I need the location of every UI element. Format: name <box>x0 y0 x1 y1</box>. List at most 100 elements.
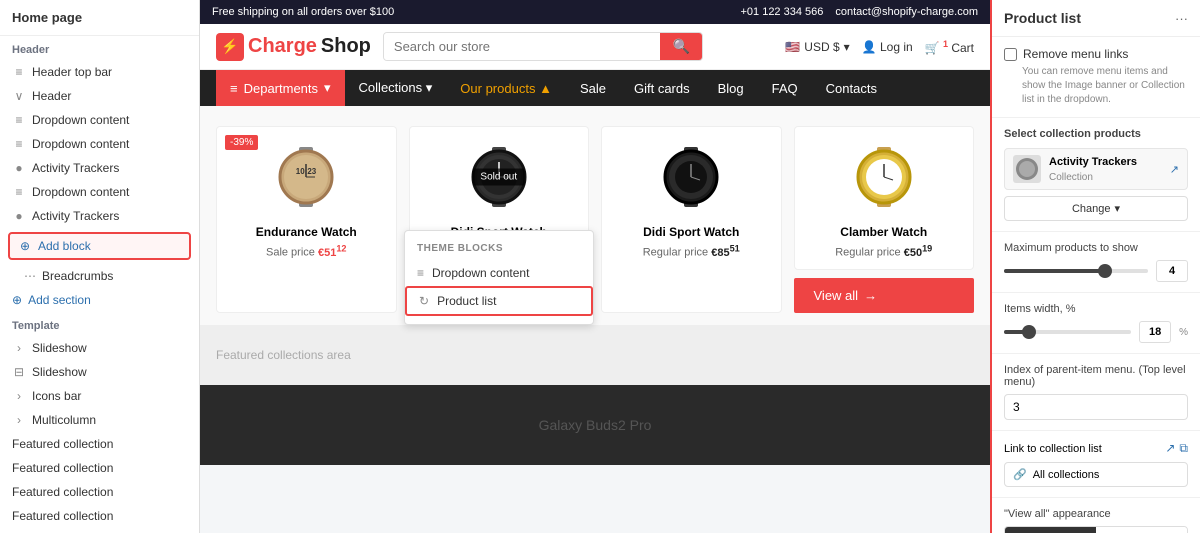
sidebar-item-featured-4[interactable]: Featured collection <box>0 504 199 528</box>
cart-link[interactable]: 🛒 1 Cart <box>925 39 974 55</box>
view-all-button-option[interactable]: Button <box>1005 527 1096 533</box>
email: contact@shopify-charge.com <box>835 6 978 18</box>
breadcrumbs-item[interactable]: ⋯ Breadcrumbs <box>0 264 199 288</box>
link-small-icon: 🔗 <box>1013 468 1027 481</box>
sold-out-badge: Sold out <box>472 169 525 186</box>
watch-svg-3 <box>656 142 726 212</box>
remove-menu-links-checkbox[interactable] <box>1004 48 1017 61</box>
sidebar-item-slideshow-1[interactable]: › Slideshow <box>0 336 199 360</box>
remove-menu-links-section: Remove menu links You can remove menu it… <box>992 37 1200 118</box>
copy-link-icon[interactable]: ⧉ <box>1179 441 1188 456</box>
cart-count: 1 <box>943 39 948 49</box>
sidebar-item-collection-list[interactable]: Collection list <box>0 528 199 533</box>
add-section-button[interactable]: ⊕ Add section <box>0 288 199 312</box>
sidebar-item-dropdown-1[interactable]: ≡ Dropdown content <box>0 108 199 132</box>
logo-shop: Shop <box>321 35 371 58</box>
nav-contacts[interactable]: Contacts <box>812 71 891 106</box>
price-value-3: €8551 <box>711 247 740 259</box>
items-width-value: 18 <box>1139 321 1171 343</box>
cart-icon: 🛒 <box>925 41 940 55</box>
change-button[interactable]: Change ▾ <box>1004 196 1188 221</box>
view-all-text-option[interactable]: Text link <box>1096 527 1187 533</box>
nav-collections-label: Collections <box>359 80 423 95</box>
sidebar-item-featured-2[interactable]: Featured collection <box>0 456 199 480</box>
view-all-appearance-section: "View all" appearance Button Text link <box>992 498 1200 533</box>
person-icon: 👤 <box>862 40 877 54</box>
remove-menu-links-label[interactable]: Remove menu links <box>1004 47 1188 61</box>
items-width-track[interactable] <box>1004 330 1131 334</box>
nav-gift-cards[interactable]: Gift cards <box>620 71 704 106</box>
change-chevron: ▾ <box>1115 202 1121 215</box>
theme-block-dropdown-label: Dropdown content <box>432 266 529 280</box>
view-all-label: View all <box>814 288 859 303</box>
max-products-value: 4 <box>1156 260 1188 282</box>
sidebar-item-dropdown-2[interactable]: ≡ Dropdown content <box>0 132 199 156</box>
sidebar-item-multicolumn[interactable]: › Multicolumn <box>0 408 199 432</box>
product-price-3: Regular price €8551 <box>612 243 771 259</box>
collection-type: Collection <box>1049 172 1162 183</box>
price-label-1: Sale price <box>266 247 315 259</box>
collection-thumb <box>1013 155 1041 183</box>
sidebar-item-icons-bar[interactable]: › Icons bar <box>0 384 199 408</box>
search-input[interactable] <box>384 33 661 60</box>
announcement-text: Free shipping on all orders over $100 <box>212 6 394 18</box>
banner-placeholder: Galaxy Buds2 Pro <box>539 417 652 433</box>
max-products-track[interactable] <box>1004 269 1148 273</box>
nav-collections[interactable]: Collections ▾ <box>345 70 447 106</box>
nav-faq[interactable]: FAQ <box>758 71 812 106</box>
sidebar-item-dropdown-3[interactable]: ≡ Dropdown content <box>0 180 199 204</box>
product-card-4[interactable]: Clamber Watch Regular price €5019 <box>794 126 975 270</box>
collection-input[interactable]: 🔗 All collections <box>1004 462 1188 487</box>
nav-departments[interactable]: ≡ Departments ▾ <box>216 70 345 106</box>
sidebar-item-label: Dropdown content <box>32 185 129 199</box>
nav-blog[interactable]: Blog <box>704 71 758 106</box>
add-block-button[interactable]: ⊕ Add block <box>8 232 191 260</box>
breadcrumbs-label: Breadcrumbs <box>42 269 113 283</box>
view-all-toggle: Button Text link <box>1004 526 1188 533</box>
sidebar-item-label: Multicolumn <box>32 413 96 427</box>
sidebar-item-featured-3[interactable]: Featured collection <box>0 480 199 504</box>
search-bar[interactable]: 🔍 <box>383 32 703 61</box>
sidebar-item-activity-2[interactable]: ● Activity Trackers <box>0 204 199 228</box>
select-collection-section: Select collection products Activity Trac… <box>992 118 1200 232</box>
nav-sale[interactable]: Sale <box>566 71 620 106</box>
product-name-4: Clamber Watch <box>805 225 964 239</box>
sidebar-item-featured-1[interactable]: Featured collection <box>0 432 199 456</box>
sidebar-item-slideshow-2[interactable]: ⊟ Slideshow <box>0 360 199 384</box>
header-section-label: Header <box>0 36 199 60</box>
product-image-3 <box>612 137 771 217</box>
products-section: -39% 10:23 End <box>200 106 990 325</box>
collection-info: Activity Trackers Collection <box>1049 156 1162 183</box>
login-link[interactable]: 👤 Log in <box>862 40 913 54</box>
nav-contacts-label: Contacts <box>826 81 877 96</box>
theme-block-dropdown[interactable]: ≡ Dropdown content <box>405 260 593 286</box>
currency-selector[interactable]: 🇺🇸 USD $ ▾ <box>785 40 849 54</box>
price-value-4: €5019 <box>904 247 933 259</box>
chevron-icon: › <box>12 341 26 355</box>
items-width-thumb[interactable] <box>1022 325 1036 339</box>
watch-svg-4 <box>849 142 919 212</box>
panel-menu-icon[interactable]: ··· <box>1175 11 1188 26</box>
items-width-unit: % <box>1179 327 1188 338</box>
theme-block-product-list[interactable]: ↻ Product list <box>405 286 593 316</box>
search-button[interactable]: 🔍 <box>660 33 701 60</box>
select-collection-title: Select collection products <box>1004 128 1188 140</box>
sidebar-item-activity-1[interactable]: ● Activity Trackers <box>0 156 199 180</box>
product-price-1: Sale price €5112 <box>227 243 386 259</box>
nav-our-products[interactable]: Our products ▲ <box>446 71 566 106</box>
product-card-1[interactable]: -39% 10:23 End <box>216 126 397 313</box>
product-card-3[interactable]: Didi Sport Watch Regular price €8551 <box>601 126 782 313</box>
link-actions: ↗ ⧉ <box>1165 441 1188 456</box>
external-link-icon-2[interactable]: ↗ <box>1165 441 1175 456</box>
chevron-icon-2: › <box>12 389 26 403</box>
add-section-label: Add section <box>28 293 91 307</box>
view-all-button[interactable]: View all → <box>794 278 975 313</box>
collection-input-text: All collections <box>1033 469 1179 481</box>
theme-block-dropdown-icon: ≡ <box>417 266 424 280</box>
sidebar-item-header[interactable]: ∨ Header <box>0 84 199 108</box>
dropdown-icon: ≡ <box>12 113 26 127</box>
max-products-thumb[interactable] <box>1098 264 1112 278</box>
sidebar-item-header-top-bar[interactable]: ≡ Header top bar <box>0 60 199 84</box>
external-link-icon[interactable]: ↗ <box>1170 163 1179 176</box>
index-input[interactable] <box>1004 394 1188 420</box>
